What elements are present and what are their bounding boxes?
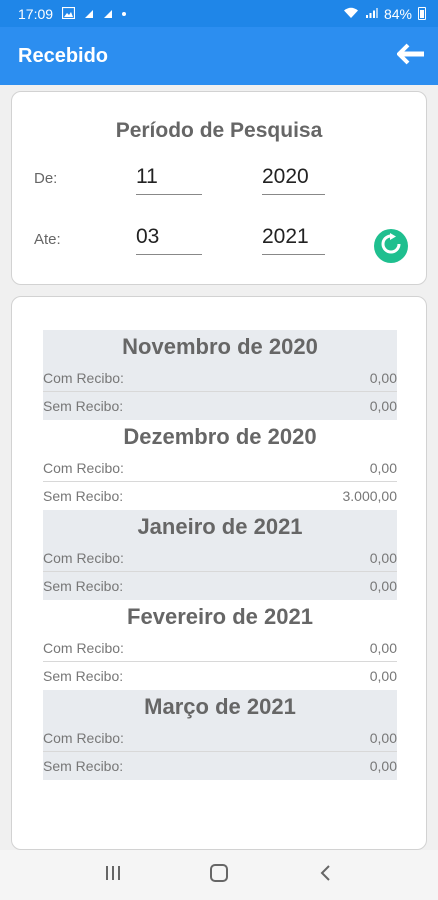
month-block: Janeiro de 2021 Com Recibo: 0,00 Sem Recibo… [43,510,397,600]
image-icon [61,6,76,22]
to-year-input[interactable] [262,221,325,255]
amount-value: 0,00 [369,369,397,386]
amount-label: Com Recibo: [43,639,124,656]
amount-row: Sem Recibo: 0,00 [43,572,397,600]
amount-value: 0,00 [369,729,397,746]
status-left: 17:09 [18,5,127,22]
month-title: Fevereiro de 2021 [127,604,313,629]
system-nav-bar [0,850,438,900]
amount-value: 0,00 [369,668,397,684]
notification-icon [84,6,94,22]
amount-row: Com Recibo: 0,00 [43,724,397,752]
month-block: Março de 2021 Com Recibo: 0,00 Sem Recibo: 0… [43,690,397,780]
from-label: De: [34,170,58,187]
home-button[interactable] [199,855,239,895]
wifi-icon [343,6,359,22]
battery-text: 84% [383,5,412,22]
amount-label: Com Recibo: [43,369,124,386]
status-time: 17:09 [18,5,54,22]
month-block: Fevereiro de 2021 Com Recibo: 0,00 Sem Reci… [43,600,397,690]
battery-icon [418,7,426,20]
amount-row: Com Recibo: 0,00 [43,544,397,572]
to-label: Ate: [34,231,61,248]
amount-row: Com Recibo: 0,00 [43,364,397,392]
amount-row: Sem Recibo: 0,00 [43,392,397,420]
amount-row: Com Recibo: 0,00 [43,454,397,482]
back-button[interactable] [396,41,426,71]
page-title: Recebido [18,44,109,67]
status-bar: 17:09 84% [0,0,438,27]
from-month-input[interactable] [136,161,202,195]
back-icon [319,864,331,887]
app-bar: Recebido [0,27,438,85]
amount-label: Com Recibo: [43,549,124,566]
amount-value: 0,00 [369,758,397,774]
notification-icon [103,6,113,22]
amount-label: Sem Recibo: [43,398,124,414]
amount-label: Sem Recibo: [43,758,124,774]
month-title: Dezembro de 2020 [123,424,317,449]
amount-row: Sem Recibo: 3.000,00 [43,482,397,510]
period-title: Período de Pesquisa [115,119,323,142]
dot-icon [122,11,127,16]
recent-apps-icon [104,865,122,886]
month-block: Novembro de 2020 Com Recibo: 0,00 Sem Recib… [43,330,397,420]
amount-row: Sem Recibo: 0,00 [43,662,397,690]
period-card: Período de Pesquisa De: Ate: [11,91,427,285]
refresh-icon [380,232,402,260]
amount-label: Com Recibo: [43,459,124,476]
amount-value: 3.000,00 [342,488,398,504]
amount-row: Sem Recibo: 0,00 [43,752,397,780]
from-year-input[interactable] [262,161,325,195]
amount-row: Com Recibo: 0,00 [43,634,397,662]
amount-value: 0,00 [369,549,397,566]
month-title: Janeiro de 2021 [137,514,303,539]
amount-label: Com Recibo: [43,729,124,746]
recent-apps-button[interactable] [93,855,133,895]
refresh-button[interactable] [374,229,408,263]
nav-back-button[interactable] [305,855,345,895]
amount-value: 0,00 [369,639,397,656]
to-month-input[interactable] [136,221,202,255]
amount-value: 0,00 [369,578,397,594]
amount-label: Sem Recibo: [43,578,124,594]
status-right: 84% [343,6,426,22]
arrow-left-icon [396,43,425,70]
amount-label: Sem Recibo: [43,488,124,504]
month-title: Novembro de 2020 [122,334,318,359]
home-icon [209,863,229,888]
month-block: Dezembro de 2020 Com Recibo: 0,00 Sem Recib… [43,420,397,510]
results-card: Novembro de 2020 Com Recibo: 0,00 Sem Recib… [11,296,427,850]
amount-value: 0,00 [369,459,397,476]
amount-value: 0,00 [369,398,397,414]
amount-label: Sem Recibo: [43,668,124,684]
signal-icon [365,6,378,22]
month-title: Março de 2021 [144,694,296,719]
results-list: Novembro de 2020 Com Recibo: 0,00 Sem Recib… [43,330,397,780]
